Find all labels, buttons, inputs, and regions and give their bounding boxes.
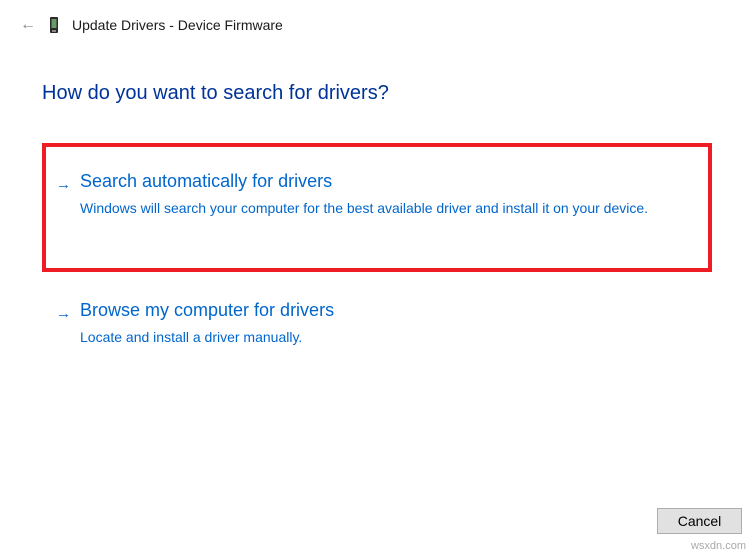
dialog-content: How do you want to search for drivers? →… <box>0 44 754 366</box>
option-search-automatically[interactable]: → Search automatically for drivers Windo… <box>42 143 712 272</box>
arrow-right-icon: → <box>56 176 70 193</box>
option-text-container: Search automatically for drivers Windows… <box>80 171 686 218</box>
cancel-button[interactable]: Cancel <box>657 508 742 534</box>
dialog-footer: Cancel <box>657 508 742 534</box>
dialog-header: ← Update Drivers - Device Firmware <box>0 0 754 44</box>
option-text-container: Browse my computer for drivers Locate an… <box>80 300 690 347</box>
back-arrow-icon[interactable]: ← <box>20 16 36 34</box>
page-heading: How do you want to search for drivers? <box>42 82 712 105</box>
option-description: Windows will search your computer for th… <box>80 198 686 218</box>
option-title: Browse my computer for drivers <box>80 300 690 321</box>
option-description: Locate and install a driver manually. <box>80 327 690 347</box>
watermark: wsxdn.com <box>691 540 746 552</box>
device-firmware-icon <box>50 16 58 34</box>
arrow-right-icon: → <box>56 305 70 322</box>
dialog-title: Update Drivers - Device Firmware <box>72 17 283 33</box>
option-title: Search automatically for drivers <box>80 171 686 192</box>
option-browse-computer[interactable]: → Browse my computer for drivers Locate … <box>42 286 712 365</box>
